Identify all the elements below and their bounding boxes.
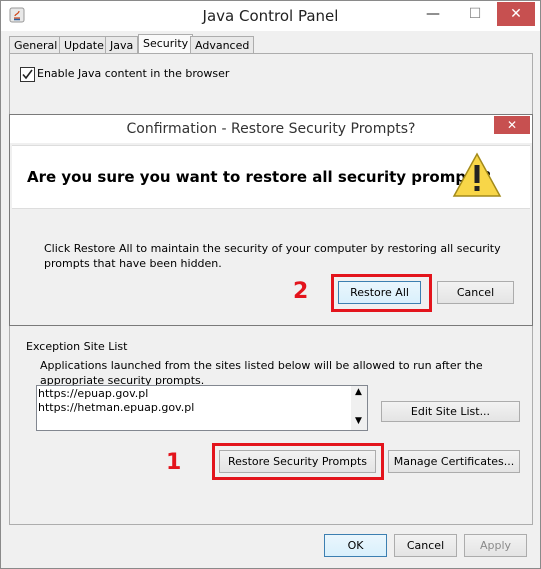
checkmark-icon	[22, 69, 33, 80]
step-2-label: 2	[293, 279, 309, 304]
enable-java-checkbox[interactable]	[20, 67, 35, 82]
manage-certificates-button[interactable]: Manage Certificates...	[388, 450, 520, 473]
dialog-header: Are you sure you want to restore all sec…	[12, 145, 530, 209]
step-1-label: 1	[166, 450, 182, 475]
confirmation-dialog: Confirmation - Restore Security Prompts?…	[9, 114, 533, 326]
tab-label: Update	[64, 39, 104, 52]
tab-general[interactable]: General	[9, 36, 63, 54]
restore-all-button[interactable]: Restore All	[338, 281, 421, 304]
close-icon[interactable]: ✕	[497, 2, 535, 26]
dialog-message: Click Restore All to maintain the securi…	[44, 242, 501, 270]
scroll-up-icon[interactable]: ▲	[355, 387, 362, 397]
apply-button[interactable]: Apply	[464, 534, 527, 557]
dialog-title: Confirmation - Restore Security Prompts?	[126, 121, 416, 137]
list-scrollbar[interactable]: ▲ ▼	[351, 386, 367, 430]
scroll-down-icon[interactable]: ▼	[355, 416, 362, 426]
tab-label: Security	[143, 37, 189, 50]
java-control-panel-window: Java Control Panel — ☐ ✕ General Update …	[0, 0, 541, 569]
exception-site-list-title: Exception Site List	[26, 340, 128, 353]
exception-site-list-description: Applications launched from the sites lis…	[40, 359, 483, 387]
tab-security[interactable]: Security	[138, 34, 194, 54]
dialog-cancel-button[interactable]: Cancel	[437, 281, 514, 304]
list-item[interactable]: https://hetman.epuap.gov.pl	[38, 401, 194, 414]
list-item[interactable]: https://epuap.gov.pl	[38, 387, 148, 400]
tab-update[interactable]: Update	[59, 36, 109, 54]
site-list[interactable]: https://epuap.gov.pl https://hetman.epua…	[36, 385, 368, 431]
title-bar: Java Control Panel — ☐ ✕	[1, 1, 540, 31]
ok-button[interactable]: OK	[324, 534, 387, 557]
dialog-title-bar: Confirmation - Restore Security Prompts?…	[10, 115, 532, 143]
dialog-question: Are you sure you want to restore all sec…	[27, 168, 491, 186]
tab-label: Java	[110, 39, 134, 52]
dialog-close-icon[interactable]: ✕	[494, 116, 530, 134]
cancel-button[interactable]: Cancel	[394, 534, 457, 557]
tab-label: Advanced	[195, 39, 250, 52]
minimize-icon[interactable]: —	[415, 2, 451, 26]
edit-site-list-button[interactable]: Edit Site List...	[381, 401, 520, 422]
enable-java-label: Enable Java content in the browser	[37, 67, 230, 80]
warning-icon	[452, 152, 502, 198]
tab-label: General	[14, 39, 58, 52]
restore-security-prompts-button[interactable]: Restore Security Prompts	[219, 450, 376, 473]
tab-java[interactable]: Java	[105, 36, 139, 54]
tab-advanced[interactable]: Advanced	[190, 36, 255, 54]
maximize-icon[interactable]: ☐	[457, 2, 493, 26]
